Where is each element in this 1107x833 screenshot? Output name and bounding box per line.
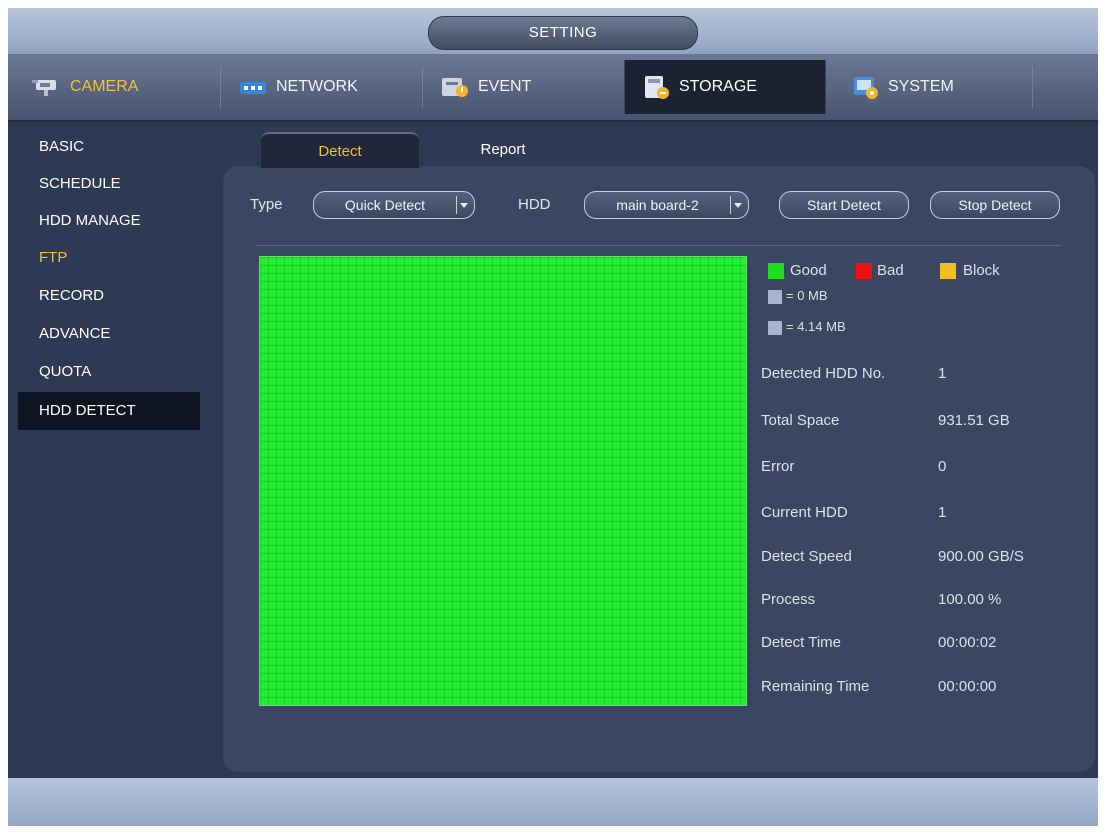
- sidebar-item-schedule[interactable]: SCHEDULE: [18, 165, 200, 203]
- start-detect-button[interactable]: Start Detect: [779, 191, 909, 219]
- sidebar-item-advance[interactable]: ADVANCE: [18, 315, 200, 353]
- info-value: 1: [938, 504, 947, 521]
- legend-size-block-swatch: [768, 321, 782, 335]
- info-value: 900.00 GB/S: [938, 548, 1024, 565]
- chevron-down-icon: [730, 196, 744, 214]
- tab-network[interactable]: NETWORK: [222, 60, 418, 114]
- title-bar: SETTING: [8, 8, 1098, 54]
- sidebar-item-basic[interactable]: BASIC: [18, 128, 200, 166]
- type-select[interactable]: Quick Detect: [313, 191, 475, 219]
- system-icon: [848, 74, 882, 100]
- info-value: 931.51 GB: [938, 412, 1010, 429]
- chevron-down-icon: [456, 196, 470, 214]
- detect-block-grid: [259, 256, 747, 706]
- legend-bad-swatch: [856, 263, 872, 279]
- legend-good-label: Good: [790, 262, 827, 279]
- tab-report[interactable]: Report: [443, 132, 563, 168]
- bottom-bar: [8, 778, 1098, 826]
- legend-bad-label: Bad: [877, 262, 904, 279]
- info-label: Process: [761, 591, 816, 608]
- stop-detect-button[interactable]: Stop Detect: [930, 191, 1060, 219]
- tab-system[interactable]: SYSTEM: [834, 60, 1030, 114]
- legend-size-zero-swatch: [768, 290, 782, 304]
- hdd-select[interactable]: main board-2: [584, 191, 749, 219]
- sidebar-item-record[interactable]: RECORD: [18, 277, 200, 315]
- sidebar-item-hdd-manage[interactable]: HDD MANAGE: [18, 202, 200, 240]
- type-select-value: Quick Detect: [344, 197, 426, 213]
- info-value: 100.00 %: [938, 591, 1002, 608]
- tab-separator: [220, 66, 221, 108]
- tab-event-label: EVENT: [478, 78, 532, 95]
- event-icon: [438, 74, 472, 100]
- info-label: Detect Speed: [761, 548, 852, 565]
- main-tab-bar: CAMERA NETWORK EVENT STORAGE SYSTEM: [8, 54, 1098, 122]
- tab-separator: [422, 66, 423, 108]
- legend-block-label: Block: [963, 262, 1000, 279]
- tab-separator: [1032, 66, 1033, 108]
- settings-window: SETTING CAMERA NETWORK EVENT STORAGE SYS…: [8, 8, 1098, 826]
- info-value: 0: [938, 458, 947, 475]
- storage-icon: [639, 74, 673, 100]
- tab-storage-label: STORAGE: [679, 78, 757, 95]
- type-label: Type: [250, 196, 283, 213]
- hdd-label: HDD: [518, 196, 551, 213]
- sidebar: BASIC SCHEDULE HDD MANAGE FTP RECORD ADV…: [8, 122, 213, 782]
- divider: [256, 245, 1061, 246]
- camera-icon: [30, 74, 64, 100]
- tab-storage[interactable]: STORAGE: [624, 60, 826, 114]
- info-value: 00:00:02: [938, 634, 997, 651]
- tab-camera[interactable]: CAMERA: [16, 60, 212, 114]
- sidebar-item-quota[interactable]: QUOTA: [18, 353, 200, 391]
- sidebar-item-ftp[interactable]: FTP: [18, 239, 200, 277]
- tab-event[interactable]: EVENT: [424, 60, 620, 114]
- tab-system-label: SYSTEM: [888, 78, 954, 95]
- legend-block-swatch: [940, 263, 956, 279]
- network-icon: [236, 74, 270, 100]
- legend-size-block-label: = 4.14 MB: [786, 319, 846, 334]
- hdd-select-value: main board-2: [616, 197, 699, 213]
- legend-size-zero-label: = 0 MB: [786, 288, 828, 303]
- info-label: Remaining Time: [761, 678, 870, 695]
- info-label: Detect Time: [761, 634, 842, 651]
- sidebar-item-hdd-detect[interactable]: HDD DETECT: [18, 392, 200, 430]
- info-value: 1: [938, 365, 947, 382]
- window-title: SETTING: [428, 16, 698, 50]
- info-value: 00:00:00: [938, 678, 997, 695]
- info-label: Total Space: [761, 412, 840, 429]
- legend-good-swatch: [768, 263, 784, 279]
- info-label: Current HDD: [761, 504, 848, 521]
- tab-camera-label: CAMERA: [70, 78, 139, 95]
- info-label: Error: [761, 458, 795, 475]
- tab-network-label: NETWORK: [276, 78, 358, 95]
- tab-detect[interactable]: Detect: [261, 132, 419, 168]
- info-label: Detected HDD No.: [761, 365, 886, 382]
